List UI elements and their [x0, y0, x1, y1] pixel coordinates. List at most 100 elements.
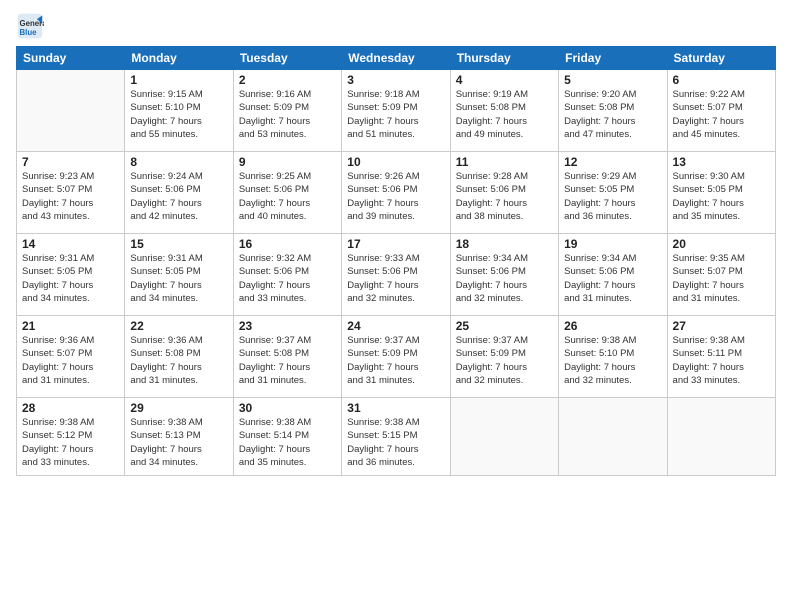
day-number: 20 [673, 237, 770, 251]
day-info: Sunrise: 9:30 AMSunset: 5:05 PMDaylight:… [673, 170, 770, 223]
day-info: Sunrise: 9:33 AMSunset: 5:06 PMDaylight:… [347, 252, 444, 305]
day-cell: 26Sunrise: 9:38 AMSunset: 5:10 PMDayligh… [559, 316, 667, 398]
day-number: 2 [239, 73, 336, 87]
day-number: 30 [239, 401, 336, 415]
day-number: 31 [347, 401, 444, 415]
day-info: Sunrise: 9:25 AMSunset: 5:06 PMDaylight:… [239, 170, 336, 223]
weekday-header-tuesday: Tuesday [233, 47, 341, 70]
day-number: 9 [239, 155, 336, 169]
day-number: 10 [347, 155, 444, 169]
day-cell: 3Sunrise: 9:18 AMSunset: 5:09 PMDaylight… [342, 70, 450, 152]
day-info: Sunrise: 9:29 AMSunset: 5:05 PMDaylight:… [564, 170, 661, 223]
week-row-2: 7Sunrise: 9:23 AMSunset: 5:07 PMDaylight… [17, 152, 776, 234]
weekday-header-monday: Monday [125, 47, 233, 70]
day-info: Sunrise: 9:36 AMSunset: 5:07 PMDaylight:… [22, 334, 119, 387]
day-cell: 14Sunrise: 9:31 AMSunset: 5:05 PMDayligh… [17, 234, 125, 316]
weekday-header-friday: Friday [559, 47, 667, 70]
day-number: 18 [456, 237, 553, 251]
calendar-table: SundayMondayTuesdayWednesdayThursdayFrid… [16, 46, 776, 476]
week-row-4: 21Sunrise: 9:36 AMSunset: 5:07 PMDayligh… [17, 316, 776, 398]
day-info: Sunrise: 9:38 AMSunset: 5:14 PMDaylight:… [239, 416, 336, 469]
day-number: 16 [239, 237, 336, 251]
day-cell: 12Sunrise: 9:29 AMSunset: 5:05 PMDayligh… [559, 152, 667, 234]
day-cell: 22Sunrise: 9:36 AMSunset: 5:08 PMDayligh… [125, 316, 233, 398]
week-row-3: 14 Sunrise: 9:31 AMSunset: 5:05 PMDayligh… [17, 234, 776, 316]
day-info: Sunrise: 9:16 AMSunset: 5:09 PMDaylight:… [239, 88, 336, 141]
day-cell: 16Sunrise: 9:32 AMSunset: 5:06 PMDayligh… [233, 234, 341, 316]
weekday-header-row: SundayMondayTuesdayWednesdayThursdayFrid… [17, 47, 776, 70]
day-cell [450, 398, 558, 476]
day-info: Sunrise: 9:38 AMSunset: 5:12 PMDaylight:… [22, 416, 119, 469]
weekday-header-saturday: Saturday [667, 47, 775, 70]
day-cell: 20Sunrise: 9:35 AMSunset: 5:07 PMDayligh… [667, 234, 775, 316]
day-info: Sunrise: 9:15 AMSunset: 5:10 PMDaylight:… [130, 88, 227, 141]
day-info: Sunrise: 9:18 AMSunset: 5:09 PMDaylight:… [347, 88, 444, 141]
day-cell: 28Sunrise: 9:38 AMSunset: 5:12 PMDayligh… [17, 398, 125, 476]
day-info: Sunrise: 9:38 AMSunset: 5:11 PMDaylight:… [673, 334, 770, 387]
day-number: 26 [564, 319, 661, 333]
day-cell: 30Sunrise: 9:38 AMSunset: 5:14 PMDayligh… [233, 398, 341, 476]
day-info: Sunrise: 9:28 AMSunset: 5:06 PMDaylight:… [456, 170, 553, 223]
day-info: Sunrise: 9:22 AMSunset: 5:07 PMDaylight:… [673, 88, 770, 141]
week-row-5: 28Sunrise: 9:38 AMSunset: 5:12 PMDayligh… [17, 398, 776, 476]
weekday-header-sunday: Sunday [17, 47, 125, 70]
day-cell: 18Sunrise: 9:34 AMSunset: 5:06 PMDayligh… [450, 234, 558, 316]
day-cell: 15Sunrise: 9:31 AMSunset: 5:05 PMDayligh… [125, 234, 233, 316]
day-number: 17 [347, 237, 444, 251]
day-cell: 7Sunrise: 9:23 AMSunset: 5:07 PMDaylight… [17, 152, 125, 234]
day-cell: 27Sunrise: 9:38 AMSunset: 5:11 PMDayligh… [667, 316, 775, 398]
day-cell: 5Sunrise: 9:20 AMSunset: 5:08 PMDaylight… [559, 70, 667, 152]
day-cell: 24Sunrise: 9:37 AMSunset: 5:09 PMDayligh… [342, 316, 450, 398]
day-info: Sunrise: 9:32 AMSunset: 5:06 PMDaylight:… [239, 252, 336, 305]
day-info: Sunrise: 9:37 AMSunset: 5:08 PMDaylight:… [239, 334, 336, 387]
day-info: Sunrise: 9:37 AMSunset: 5:09 PMDaylight:… [456, 334, 553, 387]
day-cell: 19Sunrise: 9:34 AMSunset: 5:06 PMDayligh… [559, 234, 667, 316]
week-row-1: 1Sunrise: 9:15 AMSunset: 5:10 PMDaylight… [17, 70, 776, 152]
day-number: 23 [239, 319, 336, 333]
calendar-container: General Blue SundayMondayTuesdayWednesda… [0, 0, 792, 612]
day-info: Sunrise: 9:20 AMSunset: 5:08 PMDaylight:… [564, 88, 661, 141]
day-number: 13 [673, 155, 770, 169]
day-cell [17, 70, 125, 152]
day-number: 27 [673, 319, 770, 333]
day-cell: 31Sunrise: 9:38 AMSunset: 5:15 PMDayligh… [342, 398, 450, 476]
svg-text:Blue: Blue [20, 28, 38, 37]
day-info: Sunrise: 9:38 AMSunset: 5:10 PMDaylight:… [564, 334, 661, 387]
day-info: Sunrise: 9:34 AMSunset: 5:06 PMDaylight:… [564, 252, 661, 305]
day-number: 22 [130, 319, 227, 333]
day-cell: 21Sunrise: 9:36 AMSunset: 5:07 PMDayligh… [17, 316, 125, 398]
day-info: Sunrise: 9:38 AMSunset: 5:13 PMDaylight:… [130, 416, 227, 469]
day-info: Sunrise: 9:38 AMSunset: 5:15 PMDaylight:… [347, 416, 444, 469]
day-number: 14 [22, 237, 119, 251]
day-number: 7 [22, 155, 119, 169]
day-cell [667, 398, 775, 476]
logo: General Blue [16, 12, 48, 40]
day-cell: 8Sunrise: 9:24 AMSunset: 5:06 PMDaylight… [125, 152, 233, 234]
weekday-header-wednesday: Wednesday [342, 47, 450, 70]
day-info: Sunrise: 9:19 AMSunset: 5:08 PMDaylight:… [456, 88, 553, 141]
day-cell [559, 398, 667, 476]
day-number: 19 [564, 237, 661, 251]
day-number: 21 [22, 319, 119, 333]
day-info: Sunrise: 9:23 AMSunset: 5:07 PMDaylight:… [22, 170, 119, 223]
day-number: 6 [673, 73, 770, 87]
weekday-header-thursday: Thursday [450, 47, 558, 70]
day-cell: 4Sunrise: 9:19 AMSunset: 5:08 PMDaylight… [450, 70, 558, 152]
day-cell: 25Sunrise: 9:37 AMSunset: 5:09 PMDayligh… [450, 316, 558, 398]
logo-icon: General Blue [16, 12, 44, 40]
day-number: 1 [130, 73, 227, 87]
day-info: Sunrise: 9:31 AMSunset: 5:05 PMDaylight:… [130, 252, 227, 305]
day-number: 15 [130, 237, 227, 251]
day-cell: 29Sunrise: 9:38 AMSunset: 5:13 PMDayligh… [125, 398, 233, 476]
day-number: 24 [347, 319, 444, 333]
day-number: 25 [456, 319, 553, 333]
day-info: Sunrise: 9:34 AMSunset: 5:06 PMDaylight:… [456, 252, 553, 305]
day-number: 28 [22, 401, 119, 415]
day-number: 5 [564, 73, 661, 87]
day-cell: 1Sunrise: 9:15 AMSunset: 5:10 PMDaylight… [125, 70, 233, 152]
day-cell: 17Sunrise: 9:33 AMSunset: 5:06 PMDayligh… [342, 234, 450, 316]
day-number: 29 [130, 401, 227, 415]
day-number: 11 [456, 155, 553, 169]
day-info: Sunrise: 9:36 AMSunset: 5:08 PMDaylight:… [130, 334, 227, 387]
day-cell: 9Sunrise: 9:25 AMSunset: 5:06 PMDaylight… [233, 152, 341, 234]
